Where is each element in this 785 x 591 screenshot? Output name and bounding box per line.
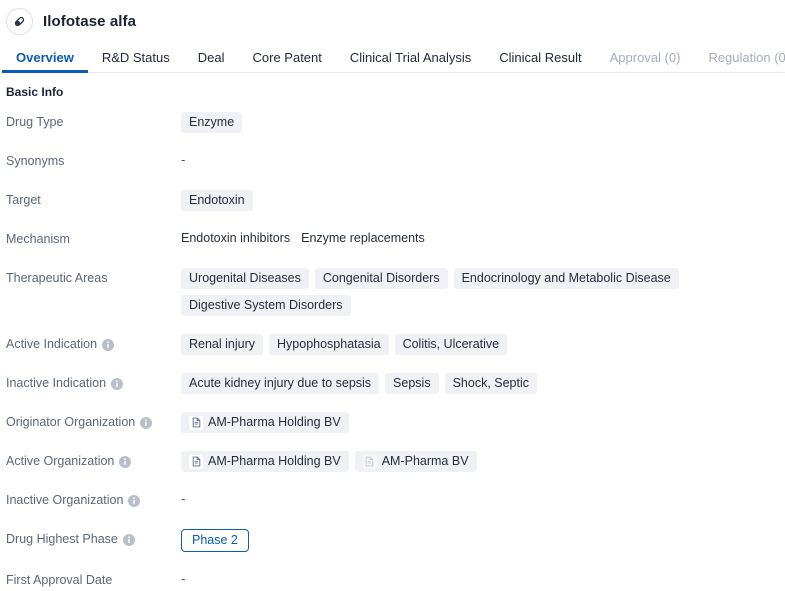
organization-chip[interactable]: AM-Pharma Holding BV [181, 451, 349, 472]
tab-clinical-result[interactable]: Clinical Result [485, 51, 595, 72]
chip[interactable]: Acute kidney injury due to sepsis [181, 373, 380, 394]
overview-content: Basic Info Drug Type Enzyme Synonyms - T… [0, 73, 785, 591]
mechanism-item: Enzyme replacements [301, 231, 425, 245]
empty-value: - [181, 152, 186, 167]
field-label: Therapeutic Areas [0, 267, 181, 287]
field-label: Synonyms [0, 150, 181, 170]
capsule-pill-icon [6, 7, 33, 35]
field-row-drug-highest-phase: Drug Highest Phase Phase 2 [0, 528, 785, 552]
chip[interactable]: Shock, Septic [444, 373, 538, 394]
organization-building-icon [362, 454, 377, 469]
field-label-text: Drug Type [6, 115, 64, 129]
field-label-text: Inactive Organization [6, 493, 124, 507]
field-label-text: Mechanism [6, 232, 70, 246]
info-icon[interactable] [128, 494, 141, 507]
tab-rd-status[interactable]: R&D Status [88, 51, 184, 72]
chip[interactable]: Enzyme [181, 112, 243, 133]
field-row-drug-type: Drug Type Enzyme [0, 111, 785, 133]
empty-value: - [181, 491, 186, 506]
field-row-therapeutic-areas: Therapeutic Areas Urogenital Diseases Co… [0, 267, 785, 316]
chip[interactable]: Urogenital Diseases [181, 268, 309, 289]
chip[interactable]: Renal injury [181, 334, 264, 355]
field-label-text: Originator Organization [6, 415, 136, 429]
field-row-mechanism: Mechanism Endotoxin inhibitors Enzyme re… [0, 228, 785, 250]
chip[interactable]: Colitis, Ulcerative [394, 334, 508, 355]
chip[interactable]: Endocrinology and Metabolic Disease [453, 268, 679, 289]
section-title-basic-info: Basic Info [6, 85, 64, 99]
organization-chip[interactable]: AM-Pharma BV [354, 451, 477, 472]
field-value: AM-Pharma Holding BV [181, 411, 785, 433]
field-label: Inactive Indication [0, 372, 181, 392]
field-value: Phase 2 [181, 528, 785, 552]
chip[interactable]: Digestive System Disorders [181, 295, 351, 316]
field-value: Enzyme [181, 111, 785, 133]
field-label: Mechanism [0, 228, 181, 248]
info-icon[interactable] [102, 338, 115, 351]
field-value: - [181, 569, 785, 588]
field-value: Acute kidney injury due to sepsis Sepsis… [181, 372, 785, 394]
tab-clinical-trial-analysis[interactable]: Clinical Trial Analysis [336, 51, 485, 72]
field-row-inactive-indication: Inactive Indication Acute kidney injury … [0, 372, 785, 394]
chip[interactable]: Congenital Disorders [314, 268, 448, 289]
info-icon[interactable] [140, 416, 153, 429]
field-label: Drug Highest Phase [0, 528, 181, 548]
field-label-text: Drug Highest Phase [6, 532, 118, 546]
field-row-originator-organization: Originator Organization AM-Pharma Holdin… [0, 411, 785, 433]
field-value: Renal injury Hypophosphatasia Colitis, U… [181, 333, 785, 355]
field-label-text: Target [6, 193, 41, 207]
organization-building-icon [189, 415, 203, 430]
field-value: AM-Pharma Holding BV AM-Pharma BV [181, 450, 785, 472]
field-label-text: Synonyms [6, 154, 65, 168]
page-header: Ilofotase alfa [0, 0, 785, 42]
chip[interactable]: Sepsis [385, 373, 439, 394]
empty-value: - [181, 571, 186, 586]
field-label: Drug Type [0, 111, 181, 131]
organization-name: AM-Pharma BV [381, 454, 469, 468]
field-row-target: Target Endotoxin [0, 189, 785, 211]
field-label-text: First Approval Date [6, 573, 113, 587]
field-label-text: Active Indication [6, 337, 98, 351]
status-badge[interactable]: Phase 2 [181, 529, 249, 552]
field-label-text: Active Organization [6, 454, 115, 468]
organization-name: AM-Pharma Holding BV [208, 415, 341, 429]
field-label: Active Indication [0, 333, 181, 353]
field-value: Urogenital Diseases Congenital Disorders… [181, 267, 785, 316]
organization-chip[interactable]: AM-Pharma Holding BV [181, 412, 349, 433]
mechanism-item: Endotoxin inhibitors [181, 231, 291, 245]
field-value: - [181, 489, 785, 508]
tab-approval: Approval (0) [609, 50, 681, 65]
field-label-text: Inactive Indication [6, 376, 107, 390]
organization-name: AM-Pharma Holding BV [208, 454, 341, 468]
info-icon[interactable] [111, 377, 124, 390]
tab-core-patent[interactable]: Core Patent [239, 51, 336, 72]
field-row-first-approval-date: First Approval Date - [0, 569, 785, 591]
page-title: Ilofotase alfa [43, 12, 137, 30]
chip[interactable]: Hypophosphatasia [269, 334, 389, 355]
organization-building-icon [189, 454, 203, 469]
field-row-synonyms: Synonyms - [0, 150, 785, 172]
chip[interactable]: Endotoxin [181, 190, 253, 211]
field-row-inactive-organization: Inactive Organization - [0, 489, 785, 511]
field-value: Endotoxin [181, 189, 785, 211]
field-value: Endotoxin inhibitors Enzyme replacements [181, 228, 785, 247]
tab-overview[interactable]: Overview [2, 51, 88, 73]
field-row-active-organization: Active Organization AM-Pharma Holding BV… [0, 450, 785, 472]
info-icon[interactable] [122, 533, 135, 546]
field-row-active-indication: Active Indication Renal injury Hypophosp… [0, 333, 785, 355]
field-label: Target [0, 189, 181, 209]
info-icon[interactable] [119, 455, 132, 468]
tab-deal[interactable]: Deal [184, 51, 239, 72]
field-label-text: Therapeutic Areas [6, 271, 108, 285]
tab-regulation: Regulation (0) [708, 50, 785, 65]
field-value: - [181, 150, 785, 169]
field-label: Inactive Organization [0, 489, 181, 509]
field-label: First Approval Date [0, 569, 181, 589]
tab-bar: Overview R&D Status Deal Core Patent Cli… [0, 42, 785, 73]
field-label: Originator Organization [0, 411, 181, 431]
field-label: Active Organization [0, 450, 181, 470]
mechanism-list: Endotoxin inhibitors Enzyme replacements [181, 229, 425, 247]
